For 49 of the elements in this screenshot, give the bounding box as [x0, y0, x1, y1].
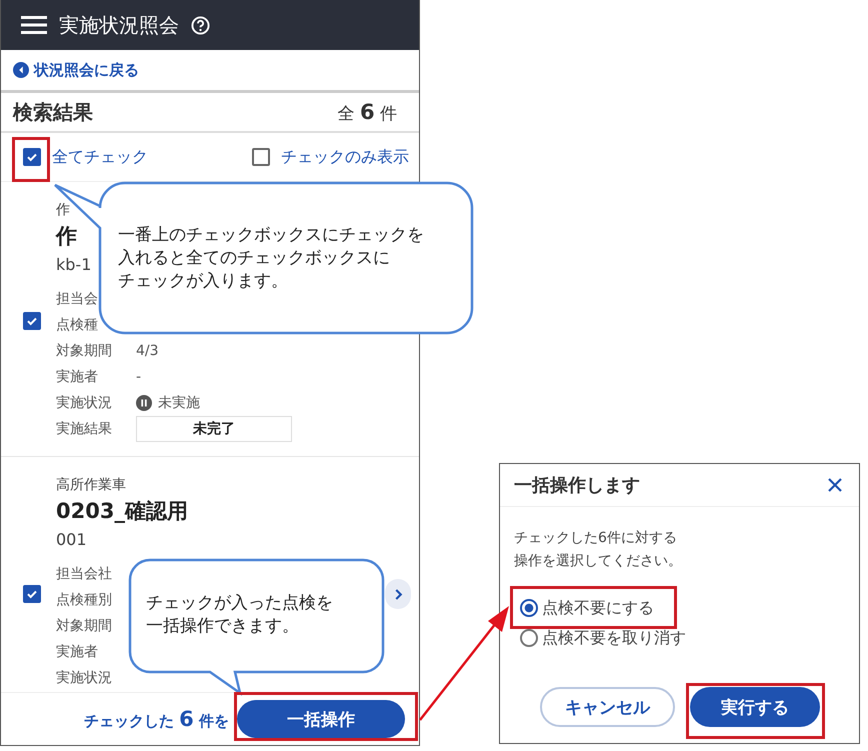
dialog-message: チェックした6件に対する 操作を選択してください。	[513, 529, 683, 571]
checked-only-checkbox[interactable]: チェックのみ表示	[252, 146, 409, 168]
menu-icon[interactable]	[21, 16, 47, 34]
field-label: 対象期間	[56, 342, 113, 360]
item-checkbox[interactable]	[23, 585, 41, 604]
back-icon	[13, 62, 29, 78]
chevron-icon	[394, 588, 402, 600]
field-label: 対象期間	[56, 617, 113, 635]
detail-button[interactable]	[385, 579, 411, 609]
field-label: 実施状況	[56, 394, 113, 412]
help-icon[interactable]	[191, 16, 210, 34]
cancel-button[interactable]: キャンセル	[540, 687, 675, 727]
radio-option[interactable]: 点検不要にする	[520, 595, 859, 621]
result-count: 全 6 件	[338, 100, 397, 124]
item-title: 作	[56, 223, 77, 250]
checkmark-icon	[26, 315, 38, 327]
callout-text: チェックが入った点検を 一括操作できます。	[146, 592, 333, 638]
field-value: -	[136, 369, 142, 385]
back-link[interactable]: 状況照会に戻る	[13, 60, 139, 80]
checkmark-icon	[26, 151, 38, 163]
page-title: 実施状況照会	[59, 12, 179, 38]
field-label: 実施者	[56, 368, 99, 386]
field-label: 実施状況	[56, 669, 113, 687]
checkmark-icon	[26, 588, 38, 600]
field-label: 実施結果	[56, 420, 113, 438]
item-category: 作	[56, 201, 70, 220]
submit-button[interactable]: 実行する	[690, 687, 820, 727]
item-checkbox[interactable]	[23, 312, 41, 331]
field-label: 担当会社	[56, 565, 113, 583]
item-title: 0203_確認用	[56, 498, 188, 525]
field-value: 4/3	[136, 343, 159, 359]
status-text: 未実施	[158, 394, 200, 412]
item-category: 高所作業車	[56, 476, 126, 495]
field-label: 点検種	[56, 316, 99, 334]
result-badge: 未完了	[136, 416, 292, 442]
results-title: 検索結果	[13, 98, 93, 126]
field-label: 点検種別	[56, 591, 113, 609]
field-label: 担当会	[56, 290, 99, 308]
dialog-title: 一括操作します	[514, 474, 640, 497]
radio-option[interactable]: 点検不要を取り消す	[520, 625, 859, 651]
pause-icon	[136, 395, 152, 411]
field-label: 実施者	[56, 643, 99, 661]
item-code: 001	[56, 529, 87, 551]
callout-text: 一番上のチェックボックスにチェックを 入れると全てのチェックボックスに チェックが入ります。	[118, 224, 424, 293]
checked-count-text: チェックした 6 件を	[84, 707, 229, 731]
item-code: kb-1	[56, 254, 92, 276]
highlight-frame	[12, 137, 50, 182]
check-all-checkbox[interactable]: 全てチェック	[23, 146, 148, 168]
bulk-action-button[interactable]: 一括操作	[237, 700, 405, 738]
